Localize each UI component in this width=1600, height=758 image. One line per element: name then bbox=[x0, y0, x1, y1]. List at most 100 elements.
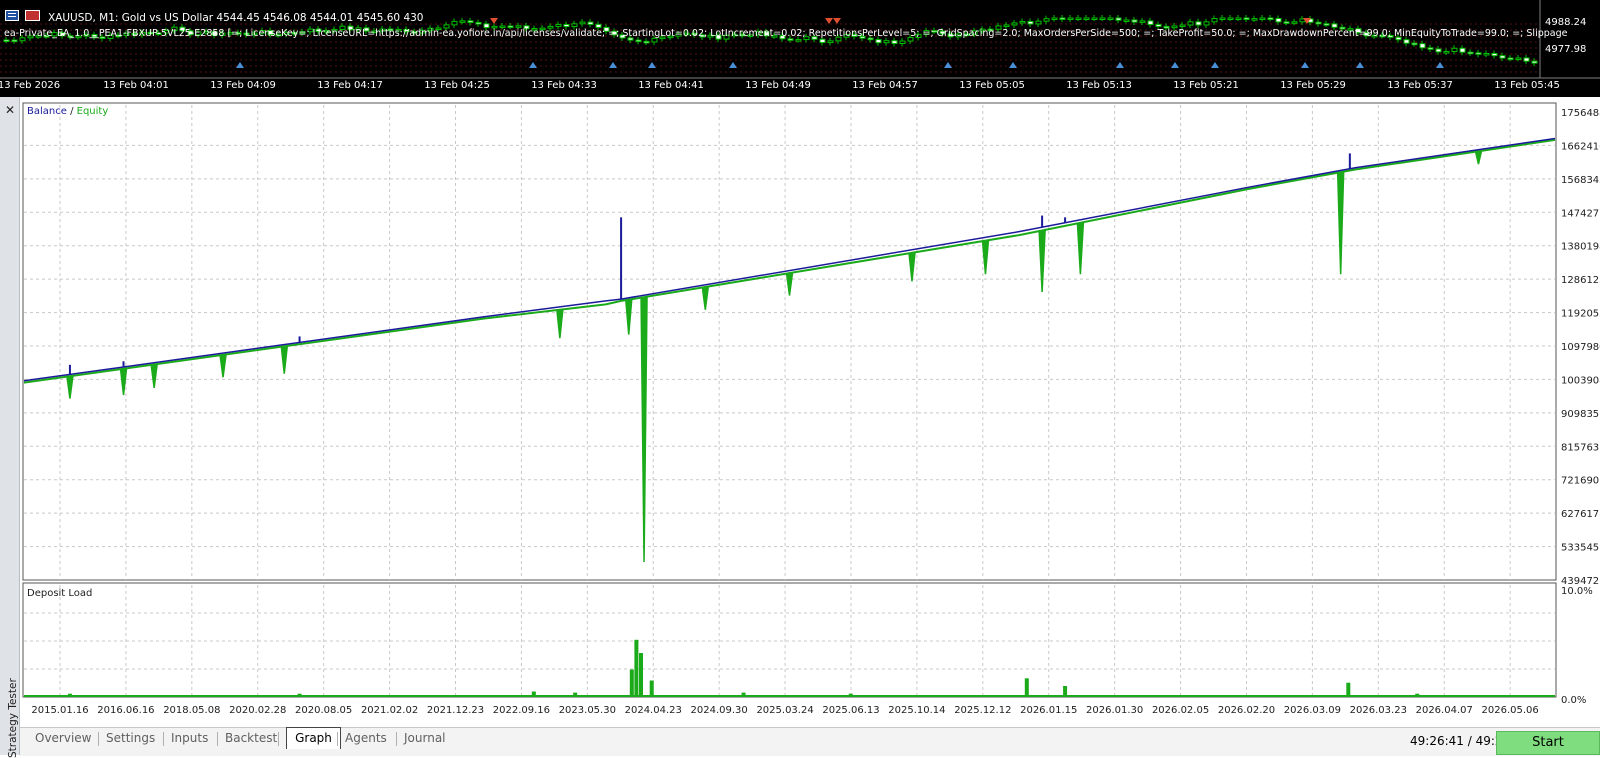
tab-separator bbox=[217, 732, 218, 746]
candle-body bbox=[1499, 55, 1506, 59]
candle-body bbox=[555, 23, 562, 27]
x-tick-label: 2026.05.06 bbox=[1482, 705, 1539, 716]
x-tick-label: 2026.01.30 bbox=[1086, 705, 1143, 716]
price-time-label: 13 Feb 05:37 bbox=[1387, 80, 1453, 91]
y-tick-label: 1568343 bbox=[1561, 175, 1600, 186]
tab-settings[interactable]: Settings bbox=[106, 731, 155, 745]
buy-arrow-icon bbox=[648, 62, 656, 68]
price-time-label: 13 Feb 2026 bbox=[0, 80, 61, 91]
buy-arrow-icon bbox=[1171, 62, 1179, 68]
y-tick-label: 1097980 bbox=[1561, 342, 1600, 353]
candle-body bbox=[1147, 20, 1154, 26]
candle-body bbox=[1187, 21, 1194, 26]
deposit-load-bar bbox=[531, 691, 536, 697]
candle-body bbox=[1243, 17, 1250, 20]
candle-body bbox=[819, 38, 826, 44]
candle-body bbox=[1011, 22, 1018, 26]
candle-body bbox=[1531, 60, 1538, 64]
candle-body bbox=[1059, 17, 1066, 20]
legend-balance: Balance bbox=[27, 106, 67, 117]
candle-body bbox=[1275, 17, 1282, 23]
legend-equity: Equity bbox=[77, 106, 109, 117]
candle-body bbox=[1075, 17, 1082, 20]
x-tick-label: 2026.04.07 bbox=[1416, 705, 1473, 716]
price-time-label: 13 Feb 05:29 bbox=[1280, 80, 1346, 91]
candle-body bbox=[1523, 57, 1530, 62]
price-time-label: 13 Feb 04:41 bbox=[638, 80, 704, 91]
candle-body bbox=[1003, 24, 1010, 27]
candle-body bbox=[635, 39, 642, 43]
x-tick-label: 2026.03.23 bbox=[1350, 705, 1407, 716]
y-tick-label: 1192053 bbox=[1561, 309, 1600, 320]
y-tick-label: 1662416 bbox=[1561, 141, 1600, 152]
candle-body bbox=[1099, 17, 1106, 20]
candle-body bbox=[3, 39, 10, 42]
tab-graph[interactable]: Graph bbox=[286, 727, 341, 749]
tab-separator bbox=[163, 732, 164, 746]
y-tick-label: 721690 bbox=[1561, 476, 1599, 487]
candle-body bbox=[1331, 23, 1338, 28]
candle-body bbox=[1155, 24, 1162, 27]
x-tick-label: 2026.02.20 bbox=[1218, 705, 1275, 716]
candle-body bbox=[1139, 20, 1146, 23]
deposit-load-bar bbox=[573, 692, 578, 697]
price-time-label: 13 Feb 05:45 bbox=[1494, 80, 1560, 91]
x-tick-label: 2015.01.16 bbox=[31, 705, 88, 716]
price-chart[interactable]: XAUUSD, M1: Gold vs US Dollar 4544.45 45… bbox=[0, 0, 1600, 97]
candle-body bbox=[1235, 17, 1242, 20]
buy-arrow-icon bbox=[529, 62, 537, 68]
deposit-load-bar bbox=[741, 692, 746, 697]
x-tick-label: 2026.03.09 bbox=[1284, 705, 1341, 716]
y-tick-label: 1003908 bbox=[1561, 375, 1600, 386]
price-time-label: 13 Feb 04:09 bbox=[210, 80, 276, 91]
candle-body bbox=[1131, 19, 1138, 23]
candle-body bbox=[1251, 18, 1258, 21]
chart-type-icon bbox=[25, 10, 40, 21]
candle-body bbox=[891, 40, 898, 45]
x-tick-label: 2022.09.16 bbox=[493, 705, 550, 716]
deposit-load-bar bbox=[1346, 682, 1351, 697]
candle-body bbox=[875, 39, 882, 44]
candle-body bbox=[563, 23, 570, 28]
x-tick-label: 2026.02.05 bbox=[1152, 705, 1209, 716]
symbol-flag-icon bbox=[5, 10, 19, 21]
tab-separator bbox=[98, 732, 99, 746]
x-tick-label: 2025.06.13 bbox=[822, 705, 879, 716]
candle-body bbox=[643, 40, 650, 44]
y-tick-label: 533545 bbox=[1561, 543, 1599, 554]
sell-arrow-icon bbox=[490, 18, 498, 24]
backtest-graph[interactable]: 1756488 1662416 1568343 1474271 1380198 12861… bbox=[0, 97, 1600, 727]
deposit-load-bar bbox=[67, 693, 72, 697]
x-tick-label: 2021.12.23 bbox=[427, 705, 484, 716]
buy-arrow-icon bbox=[1436, 62, 1444, 68]
deposit-load-frame bbox=[22, 582, 1557, 698]
tab-backtest[interactable]: Backtest bbox=[225, 731, 277, 745]
deposit-load-bar bbox=[1024, 678, 1029, 697]
candle-body bbox=[787, 38, 794, 41]
deposit-load-bar bbox=[638, 653, 643, 697]
x-tick-label: 2020.02.28 bbox=[229, 705, 286, 716]
y-tick-label: 1756488 bbox=[1561, 108, 1600, 119]
tab-journal[interactable]: Journal bbox=[404, 731, 446, 745]
candle-body bbox=[827, 40, 834, 44]
y-tick-label: 815763 bbox=[1561, 442, 1599, 453]
price-time-label: 13 Feb 04:25 bbox=[424, 80, 490, 91]
legend-separator: / bbox=[67, 106, 77, 117]
start-button[interactable]: Start bbox=[1496, 731, 1600, 755]
tab-agents[interactable]: Agents bbox=[345, 731, 387, 745]
deposit-load-bar bbox=[1415, 693, 1420, 697]
sell-arrow-icon bbox=[833, 18, 841, 24]
tab-inputs[interactable]: Inputs bbox=[171, 731, 208, 745]
tab-overview[interactable]: Overview bbox=[35, 731, 92, 745]
x-tick-label: 2025.03.24 bbox=[756, 705, 813, 716]
price-time-label: 13 Feb 05:21 bbox=[1173, 80, 1239, 91]
price-time-label: 13 Feb 05:13 bbox=[1066, 80, 1132, 91]
candle-body bbox=[1259, 17, 1266, 20]
candle-body bbox=[1083, 17, 1090, 20]
candle-body bbox=[475, 21, 482, 25]
sell-arrow-icon bbox=[825, 18, 833, 24]
candle-body bbox=[1267, 17, 1274, 20]
candle-body bbox=[459, 20, 466, 23]
candle-body bbox=[1043, 18, 1050, 22]
candle-body bbox=[1475, 52, 1482, 55]
